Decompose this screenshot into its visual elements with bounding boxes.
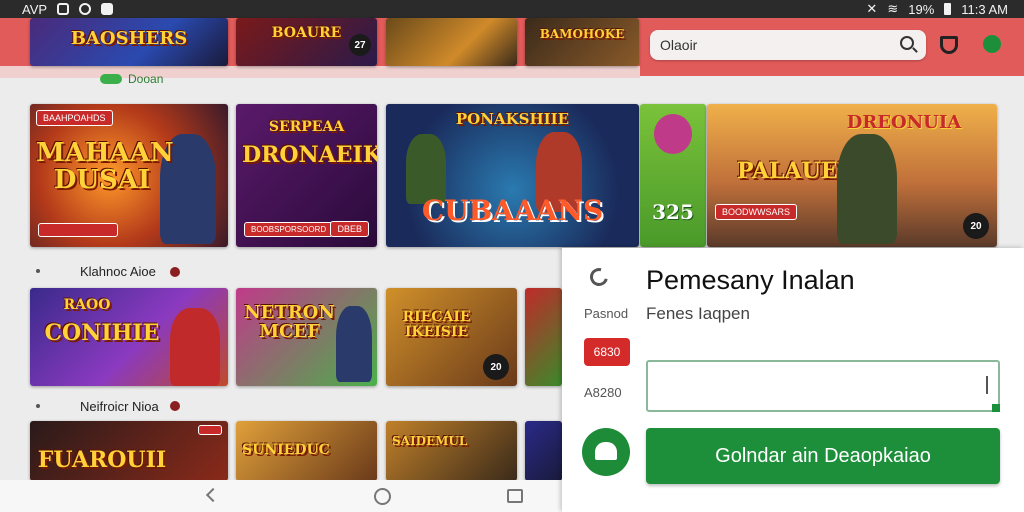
primary-action-button[interactable]: Golndar ain Deaopkaiao — [646, 428, 1000, 484]
game-card-row2-2[interactable]: SUNIEDUC — [236, 421, 377, 481]
game-card-title: SAIDEMUL — [392, 434, 468, 448]
game-card-badge: 20 — [963, 213, 989, 239]
game-card-row2-3[interactable]: SAIDEMUL — [386, 421, 517, 481]
cloud-icon[interactable] — [582, 428, 630, 476]
game-character — [170, 308, 220, 386]
clock: 11:3 AM — [961, 1, 1008, 17]
game-card-row1-3[interactable]: RIECAIE IKEISIE 20 — [386, 288, 517, 386]
game-card-hero-4[interactable]: 325 — [640, 104, 706, 247]
featured-chip-icon — [100, 74, 122, 84]
game-card-badge: 20 — [483, 354, 509, 380]
section-bullet — [36, 269, 40, 273]
header-shadow — [0, 66, 640, 78]
game-card-top-3[interactable] — [386, 18, 517, 66]
game-card-title: CUBAAANS — [421, 194, 604, 227]
status-bar: AVP ✕ ≋ 19% 11:3 AM — [0, 0, 1024, 18]
game-card-title: PALAUEI — [737, 158, 848, 184]
game-card-subtitle: PONAKSHIIE — [455, 110, 570, 128]
game-card-row2-1[interactable]: FUAROUII — [30, 421, 228, 481]
text-cursor — [986, 376, 988, 394]
wifi-icon: ≋ — [887, 1, 899, 16]
game-card-title: BAMOHOKE — [539, 27, 625, 41]
section-dot-icon — [170, 267, 180, 277]
share-icon[interactable] — [586, 264, 612, 290]
search-input[interactable]: Olaoir — [650, 30, 926, 60]
mute-icon: ✕ — [866, 1, 878, 16]
game-card-title: BAOSHERS — [70, 28, 188, 49]
featured-label: Dooan — [128, 72, 164, 86]
game-card-title: SUNIEDUC — [242, 442, 330, 458]
profile-icon[interactable] — [983, 35, 1001, 53]
side-panel: Pemesany Inalan Pasnod Fenes Iaqpen 6830… — [562, 248, 1024, 512]
section-title-1: Klahnoc Aioe — [80, 264, 156, 279]
section-dot-icon — [170, 401, 180, 411]
game-character — [837, 134, 897, 244]
game-card-badge: 27 — [349, 34, 371, 56]
game-character — [336, 306, 372, 382]
game-card-subtitle: SERPEAA — [268, 119, 345, 135]
game-card-title: MAHAAN DUSAI — [36, 138, 174, 196]
panel-title: Pemesany Inalan — [646, 265, 855, 295]
game-card-tag: BOOBSPORSOORD — [244, 222, 334, 237]
game-card-title: NETRON MCEF — [244, 302, 335, 342]
carrier-label: AVP — [22, 1, 48, 17]
resize-handle — [992, 404, 1000, 412]
app-icon — [101, 3, 114, 15]
game-card-subtitle: RAOO — [63, 297, 111, 313]
battery-icon — [944, 3, 952, 15]
game-card-tag — [198, 425, 222, 435]
game-card-title: RIECAIE IKEISIE — [402, 309, 471, 340]
panel-input[interactable] — [646, 360, 1000, 412]
game-card-subtitle: DREONUIA — [846, 112, 962, 133]
game-card-hero-3[interactable]: PONAKSHIIE CUBAAANS — [386, 104, 639, 247]
battery-label: 19% — [908, 1, 935, 17]
notification-icon — [57, 3, 70, 15]
game-card-tag: BOODWWSARS — [715, 204, 798, 220]
game-card-hero-2[interactable]: SERPEAA DRONAEIK BOOBSPORSOORD DBEB — [236, 104, 377, 247]
game-card-row1-4[interactable] — [525, 288, 562, 386]
game-card-row1-2[interactable]: NETRON MCEF — [236, 288, 377, 386]
system-nav-bar — [0, 480, 562, 512]
sync-icon — [79, 3, 92, 15]
panel-badge: 6830 — [584, 338, 630, 366]
game-card-top-2[interactable]: BOAURE 27 — [236, 18, 377, 66]
search-placeholder: Olaoir — [660, 37, 698, 53]
game-card-row1-1[interactable]: RAOO CONIHIE — [30, 288, 228, 386]
search-icon[interactable] — [900, 36, 914, 50]
game-card-hero-1[interactable]: BAAHPOAHDS MAHAAN DUSAI — [30, 104, 228, 247]
recents-icon[interactable] — [507, 489, 523, 503]
game-card-top-4[interactable]: BAMOHOKE — [525, 18, 639, 66]
game-card-title: 325 — [652, 200, 694, 224]
shield-icon[interactable] — [940, 36, 958, 54]
panel-label-2: A8280 — [584, 385, 622, 400]
game-card-top-1[interactable]: BAOSHERS — [30, 18, 228, 66]
game-card-title: CONIHIE — [44, 320, 160, 346]
back-icon[interactable] — [205, 487, 221, 503]
panel-label-1: Pasnod — [584, 306, 629, 321]
game-card-hero-5[interactable]: DREONUIA PALAUEI BOODWWSARS 20 — [707, 104, 997, 247]
game-card-title: FUAROUII — [37, 447, 167, 473]
game-card-badge: DBEB — [330, 221, 369, 237]
game-character — [654, 114, 692, 154]
game-card-row2-4[interactable] — [525, 421, 562, 481]
game-card-tag: BAAHPOAHDS — [36, 110, 113, 126]
home-icon[interactable] — [374, 488, 391, 505]
game-card-tag-bottom — [38, 223, 118, 237]
game-card-title: DRONAEIK — [242, 142, 377, 168]
panel-subtitle: Fenes Iaqpen — [646, 304, 750, 323]
section-bullet — [36, 404, 40, 408]
section-title-2: Neifroicr Nioa — [80, 399, 159, 414]
app-screen: AVP ✕ ≋ 19% 11:3 AM BAOSHERS BOAURE 27 B… — [0, 0, 1024, 512]
